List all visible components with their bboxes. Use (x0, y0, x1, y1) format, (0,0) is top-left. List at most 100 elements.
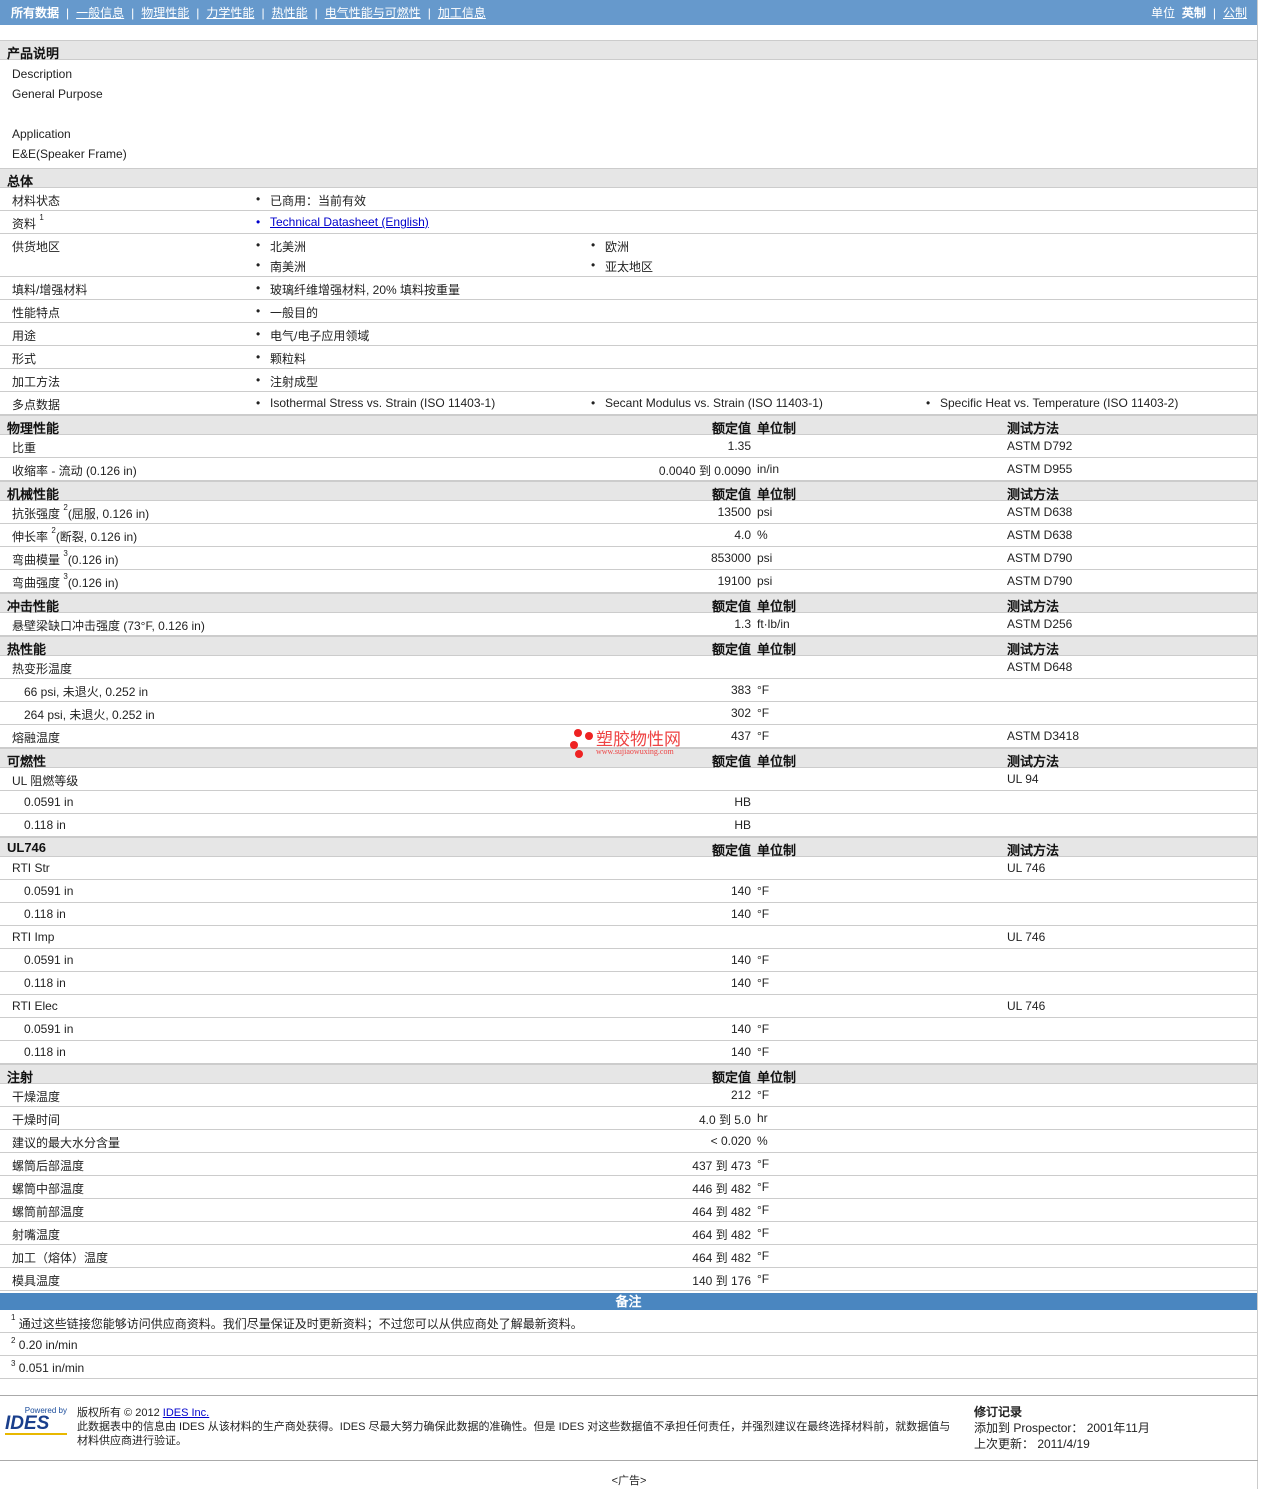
test-method: ASTM D3418 (1007, 729, 1080, 743)
label-text: RTI Str (12, 861, 50, 875)
property-row: 0.118 in 140 °F (0, 903, 1257, 926)
label-text: 弯曲强度 (12, 576, 61, 590)
property-label: 螺筒中部温度 (12, 1180, 84, 1197)
nav-tab-2[interactable]: 物理性能 (141, 4, 189, 21)
bullet-item: 颗粒料 (256, 350, 306, 367)
property-row: 收缩率 - 流动 (0.126 in) 0.0040 到 0.0090 in/in A… (0, 458, 1257, 481)
nav-tab-5[interactable]: 电气性能与可燃性 (325, 4, 421, 21)
property-row: 干燥时间 4.0 到 5.0 hr (0, 1107, 1257, 1130)
test-method: ASTM D638 (1007, 528, 1073, 542)
property-row: 螺筒前部温度 464 到 482 °F (0, 1199, 1257, 1222)
test-method: ASTM D638 (1007, 505, 1073, 519)
label-text: 螺筒后部温度 (12, 1159, 85, 1173)
nav-tab-3[interactable]: 力学性能 (206, 4, 254, 21)
label-text: 0.0591 in (24, 795, 74, 809)
unit-english[interactable]: 英制 (1182, 6, 1206, 20)
ides-logo: Powered by IDES (5, 1406, 67, 1435)
property-label: RTI Elec (12, 999, 58, 1013)
label-condition: (断裂, 0.126 in) (55, 530, 138, 544)
row-label: 用途 (12, 327, 36, 344)
property-value: 1.3 (734, 617, 751, 631)
label-text: 建议的最大水分含量 (12, 1136, 121, 1150)
description-line: General Purpose (12, 87, 103, 101)
label-text: 伸长率 (12, 530, 49, 544)
label-condition: (0.126 in) (67, 576, 119, 590)
nav-tab-1[interactable]: 一般信息 (76, 4, 124, 21)
nav-tab-0[interactable]: 所有数据 (11, 4, 59, 21)
bullet-item: 欧洲 (591, 238, 629, 255)
bullet-item: Specific Heat vs. Temperature (ISO 11403… (926, 396, 1178, 410)
nav-tab-4[interactable]: 热性能 (272, 4, 308, 21)
datasheet-link[interactable]: Technical Datasheet (English) (256, 215, 429, 229)
section-header-2: 冲击性能 额定值 单位制 测试方法 (0, 593, 1257, 614)
property-row: 比重 1.35 ASTM D792 (0, 435, 1257, 458)
property-row: 悬壁梁缺口冲击强度 (73°F, 0.126 in) 1.3 ft·lb/in AST… (0, 613, 1257, 636)
footnote-ref[interactable]: 2 (63, 503, 67, 512)
bullet-item: 亚太地区 (591, 258, 653, 275)
property-unit: °F (757, 1157, 770, 1171)
label-text: 干燥温度 (12, 1090, 61, 1104)
property-row: 264 psi, 未退火, 0.252 in 302 °F (0, 702, 1257, 725)
nav-separator: | (131, 5, 135, 20)
property-label: 建议的最大水分含量 (12, 1134, 120, 1151)
note-number: 3 (11, 1359, 16, 1368)
label-text: 0.118 in (24, 976, 66, 990)
label-text: 性能特点 (12, 306, 61, 320)
label-text: 0.118 in (24, 818, 66, 832)
revision-title: 修订记录 (974, 1405, 1023, 1419)
label-text: 比重 (12, 441, 37, 455)
property-label: 悬壁梁缺口冲击强度 (73°F, 0.126 in) (12, 617, 205, 634)
general-row: 填料/增强材料 玻璃纤维增强材料, 20% 填料按重量 (0, 277, 1257, 300)
property-unit: psi (757, 551, 773, 565)
label-text: 0.0591 in (24, 953, 74, 967)
label-text: 模具温度 (12, 1274, 61, 1288)
property-unit: °F (757, 907, 770, 921)
property-label: 264 psi, 未退火, 0.252 in (24, 706, 155, 723)
property-label: 弯曲模量 3(0.126 in) (12, 549, 119, 568)
company-link[interactable]: IDES Inc. (163, 1407, 209, 1419)
property-unit: ft·lb/in (757, 617, 790, 631)
footnote-ref[interactable]: 3 (63, 572, 67, 581)
property-value: 302 (730, 706, 751, 720)
property-unit: in/in (757, 462, 780, 476)
label-text: UL 阻燃等级 (12, 774, 79, 788)
general-row: 多点数据 Isothermal Stress vs. Strain (ISO 11… (0, 392, 1257, 415)
unit-metric-link[interactable]: 公制 (1223, 6, 1247, 20)
test-method: ASTM D648 (1007, 660, 1073, 674)
footnote-ref[interactable]: 2 (51, 526, 55, 535)
footnote-ref[interactable]: 1 (39, 213, 43, 222)
property-label: 0.0591 in (24, 795, 73, 809)
property-unit: °F (757, 976, 770, 990)
label-text: 收缩率 - 流动 (0.126 in) (12, 464, 137, 478)
property-value: < 0.020 (710, 1134, 751, 1148)
property-unit: °F (757, 1203, 770, 1217)
property-value: 212 (730, 1088, 751, 1102)
note-number: 2 (11, 1336, 16, 1345)
property-row: 模具温度 140 到 176 °F (0, 1268, 1257, 1291)
section-product-description: 产品说明 (0, 40, 1257, 61)
test-method: ASTM D790 (1007, 551, 1073, 565)
nav-tab-6[interactable]: 加工信息 (438, 4, 486, 21)
note-item: 2 0.20 in/min (0, 1333, 1257, 1356)
label-text: 264 psi, 未退火, 0.252 in (24, 708, 155, 722)
property-value: 140 到 176 (692, 1274, 751, 1288)
bullet-item: 玻璃纤维增强材料, 20% 填料按重量 (256, 281, 460, 298)
property-value: 446 到 482 (692, 1182, 751, 1196)
property-label: 加工（熔体）温度 (12, 1249, 108, 1266)
nav-separator: | (196, 5, 200, 20)
nav-separator: | (66, 5, 70, 20)
test-method: ASTM D955 (1007, 462, 1073, 476)
property-label: 收缩率 - 流动 (0.126 in) (12, 462, 137, 479)
label-text: 弯曲模量 (12, 553, 61, 567)
property-row: 射嘴温度 464 到 482 °F (0, 1222, 1257, 1245)
property-row: 热变形温度 ASTM D648 (0, 656, 1257, 679)
bullet-item: 电气/电子应用领域 (256, 327, 369, 344)
property-unit: % (757, 528, 768, 542)
label-text: 热变形温度 (12, 662, 73, 676)
revision-updated: 上次更新： 2011/4/19 (974, 1437, 1090, 1451)
bullet-item: 一般目的 (256, 304, 318, 321)
general-row: 资料 1 Technical Datasheet (English) (0, 211, 1257, 234)
property-value: 1.35 (727, 439, 751, 453)
property-unit: °F (757, 683, 770, 697)
footnote-ref[interactable]: 3 (63, 549, 67, 558)
